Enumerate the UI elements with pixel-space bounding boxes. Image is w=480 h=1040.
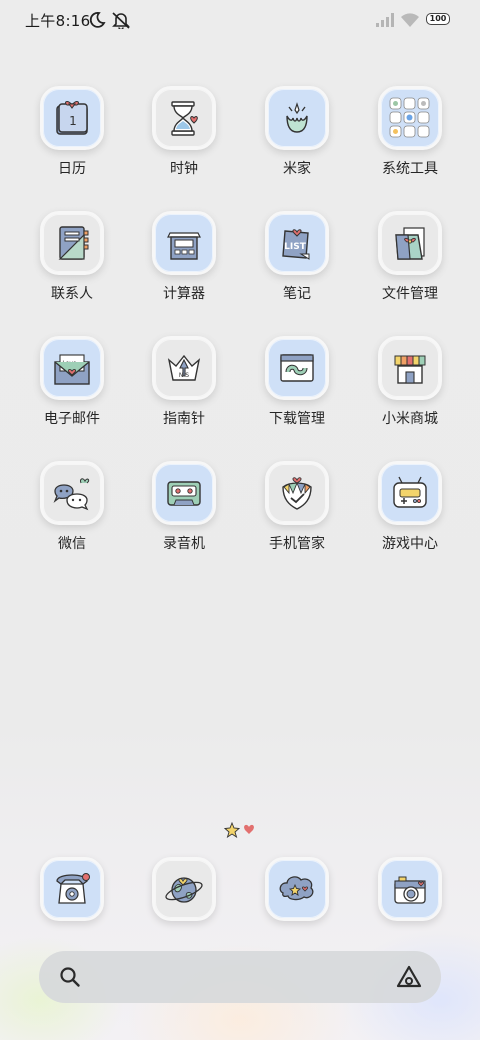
- hourglass-icon: [171, 101, 198, 136]
- app-calendar[interactable]: 1 日历: [17, 86, 127, 178]
- cloud-bubble-icon: [279, 876, 314, 901]
- downloads-tile[interactable]: [265, 336, 329, 400]
- messages-tile[interactable]: [265, 857, 329, 921]
- status-bar: 上午8:16 100: [0, 0, 480, 40]
- page-indicator[interactable]: [224, 822, 258, 838]
- notes-tile[interactable]: LIST: [265, 211, 329, 275]
- app-wechat[interactable]: 微信: [17, 461, 127, 553]
- app-label: 计算器: [163, 286, 205, 302]
- telephone-icon: [56, 873, 90, 904]
- app-label: 小米商城: [382, 411, 438, 427]
- app-mijia[interactable]: 米家: [242, 86, 352, 178]
- app-label: 笔记: [283, 286, 311, 302]
- moon-icon: [89, 12, 106, 28]
- file-manager-tile[interactable]: [378, 211, 442, 275]
- app-file-manager[interactable]: 文件管理: [355, 211, 465, 303]
- clock-tile[interactable]: [152, 86, 216, 150]
- system-tools-folder-tile[interactable]: [378, 86, 442, 150]
- camera-icon: [394, 876, 426, 904]
- app-email[interactable]: Love~ 电子邮件: [17, 336, 127, 428]
- shield-icon: [282, 477, 312, 510]
- app-notes[interactable]: LIST 笔记: [242, 211, 352, 303]
- search-icon[interactable]: [59, 966, 81, 988]
- app-label: 时钟: [170, 161, 198, 177]
- app-label: 录音机: [163, 536, 205, 552]
- recorder-tile[interactable]: [152, 461, 216, 525]
- app-label: 游戏中心: [382, 536, 438, 552]
- dock-browser[interactable]: [129, 857, 239, 921]
- bell-muted-icon: [112, 12, 130, 29]
- planet-icon: [165, 877, 203, 903]
- app-label: 指南针: [163, 411, 205, 427]
- email-tile[interactable]: Love~: [40, 336, 104, 400]
- mijia-icon: [286, 102, 308, 133]
- chat-bubbles-icon: [53, 478, 90, 511]
- notes-list-icon: LIST: [282, 229, 310, 260]
- calendar-date: 1: [69, 114, 77, 128]
- app-label: 系统工具: [382, 161, 438, 177]
- app-label: 米家: [283, 161, 311, 177]
- app-security[interactable]: 手机管家: [242, 461, 352, 553]
- signal-icon: [376, 13, 394, 27]
- calendar-tile[interactable]: 1: [40, 86, 104, 150]
- mijia-tile[interactable]: [265, 86, 329, 150]
- app-calculator[interactable]: 计算器: [129, 211, 239, 303]
- heart-icon: [244, 824, 254, 834]
- app-label: 电子邮件: [44, 411, 100, 427]
- status-time: 上午8:16: [25, 12, 91, 30]
- download-window-icon: [280, 354, 314, 382]
- app-label: 日历: [58, 161, 86, 177]
- phone-tile[interactable]: [40, 857, 104, 921]
- notes-list-text: LIST: [284, 242, 307, 252]
- app-recorder[interactable]: 录音机: [129, 461, 239, 553]
- app-contacts[interactable]: 联系人: [17, 211, 127, 303]
- gamepad-icon: [393, 476, 427, 508]
- app-compass[interactable]: N S 指南针: [129, 336, 239, 428]
- contacts-tile[interactable]: [40, 211, 104, 275]
- game-center-tile[interactable]: [378, 461, 442, 525]
- folder-grid-icon: [389, 97, 430, 138]
- star-icon: [224, 822, 241, 838]
- app-label: 联系人: [51, 286, 93, 302]
- compass-letters: N S: [179, 372, 189, 379]
- security-tile[interactable]: [265, 461, 329, 525]
- app-label: 手机管家: [269, 536, 325, 552]
- shop-icon: [394, 355, 426, 384]
- app-clock[interactable]: 时钟: [129, 86, 239, 178]
- compass-crown-icon: N S: [167, 354, 201, 381]
- app-mi-store[interactable]: 小米商城: [355, 336, 465, 428]
- calculator-icon: [167, 232, 201, 260]
- wifi-icon: [401, 13, 419, 27]
- calendar-icon: 1: [56, 101, 88, 135]
- camera-tile[interactable]: [378, 857, 442, 921]
- app-downloads[interactable]: 下载管理: [242, 336, 352, 428]
- dock-phone[interactable]: [17, 857, 127, 921]
- dock-camera[interactable]: [355, 857, 465, 921]
- mi-store-tile[interactable]: [378, 336, 442, 400]
- cassette-icon: [167, 481, 201, 506]
- app-label: 微信: [58, 536, 86, 552]
- compass-tile[interactable]: N S: [152, 336, 216, 400]
- app-label: 文件管理: [382, 286, 438, 302]
- envelope-icon: Love~: [54, 354, 90, 385]
- assistant-icon[interactable]: [395, 964, 423, 990]
- file-folder-icon: [395, 227, 425, 260]
- browser-tile[interactable]: [152, 857, 216, 921]
- wechat-tile[interactable]: [40, 461, 104, 525]
- app-system-tools[interactable]: 系统工具: [355, 86, 465, 178]
- battery-icon: 100: [426, 13, 450, 25]
- calculator-tile[interactable]: [152, 211, 216, 275]
- app-game-center[interactable]: 游戏中心: [355, 461, 465, 553]
- dock-messages[interactable]: [242, 857, 352, 921]
- contacts-book-icon: [58, 226, 89, 260]
- search-bar[interactable]: [39, 951, 441, 1003]
- app-label: 下载管理: [269, 411, 325, 427]
